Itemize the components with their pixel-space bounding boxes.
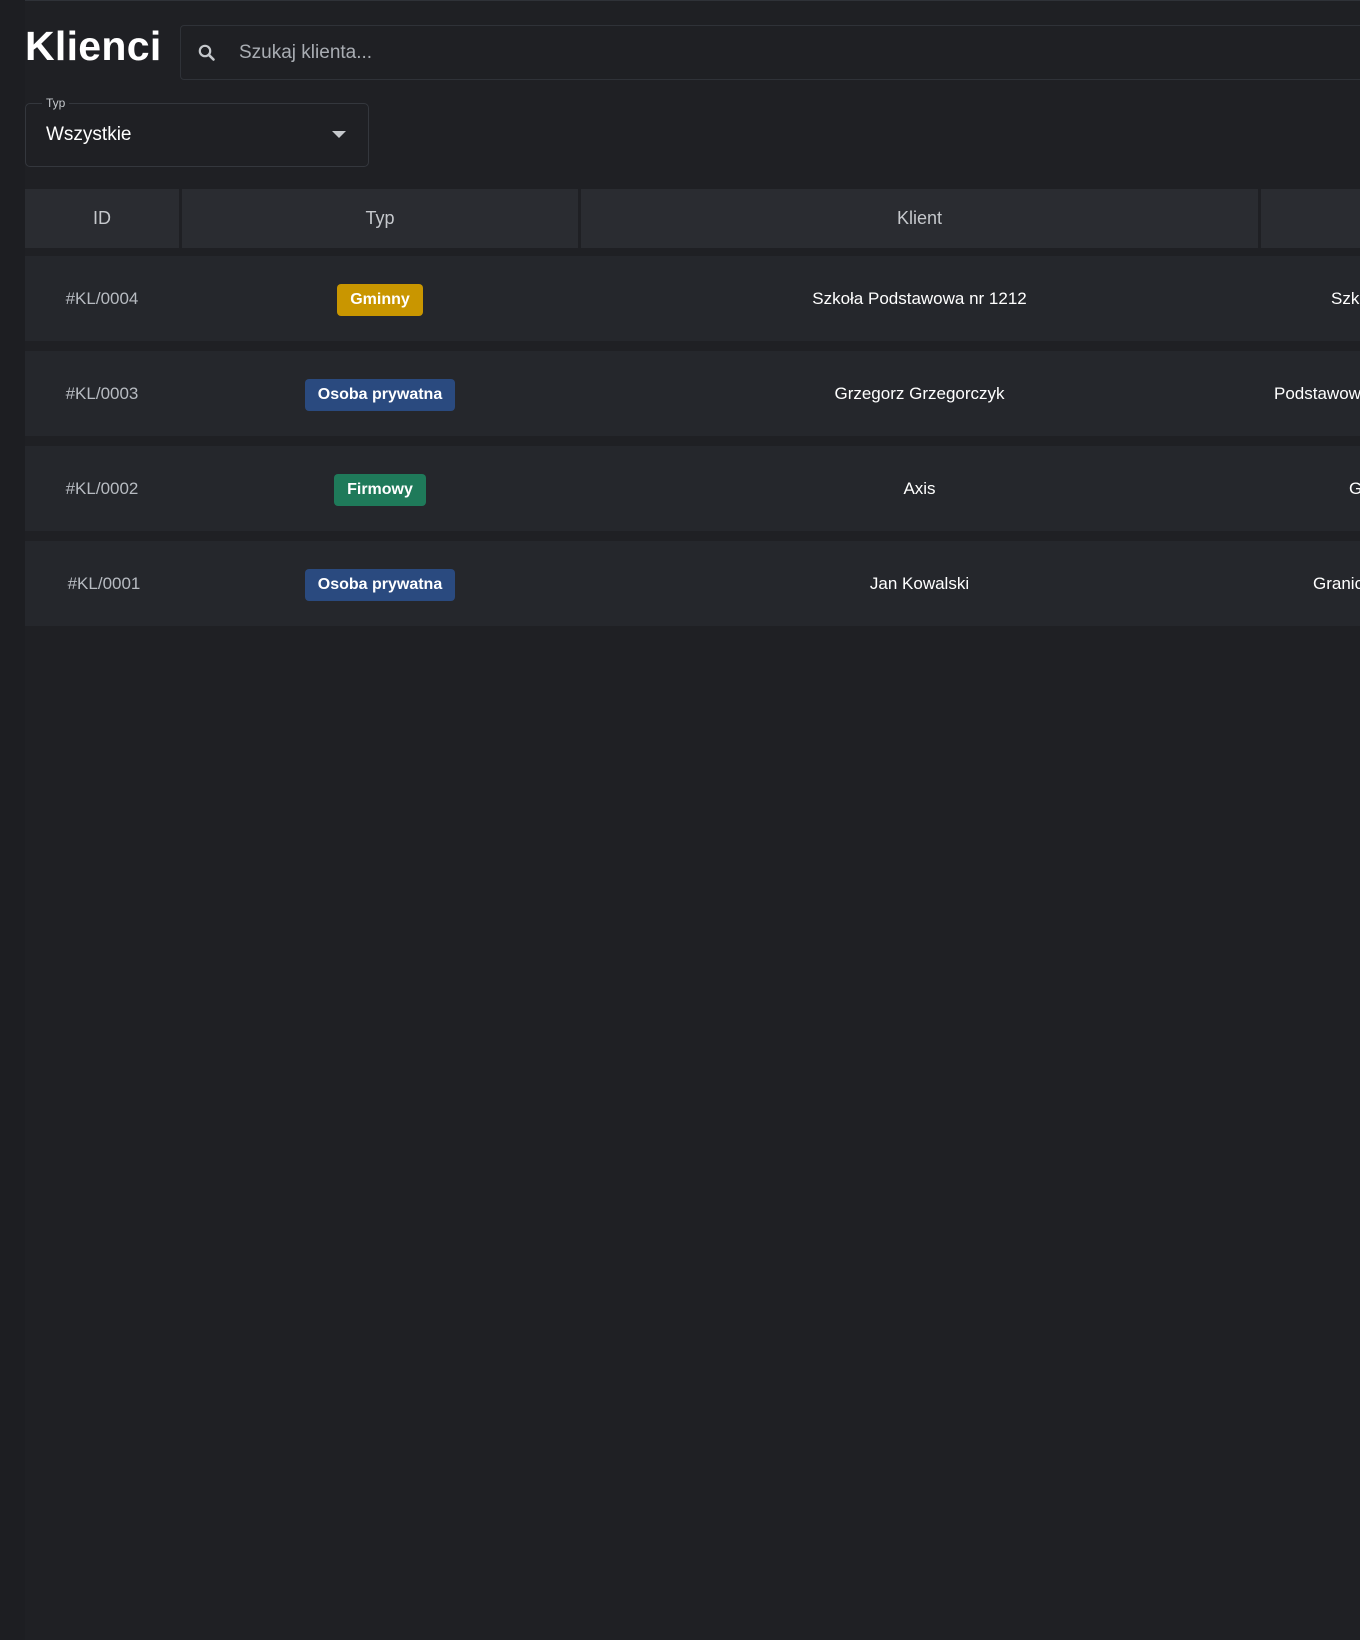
page-title: Klienci	[25, 23, 162, 69]
column-header-extra[interactable]	[1261, 189, 1360, 248]
table-row[interactable]: #KL/0001 Osoba prywatna Jan Kowalski Gra…	[25, 541, 1360, 626]
client-extra: Szk	[1331, 289, 1360, 308]
client-type-badge: Osoba prywatna	[304, 378, 456, 411]
search-icon	[198, 44, 215, 61]
client-name: Jan Kowalski	[869, 574, 970, 593]
table-row[interactable]: #KL/0002 Firmowy Axis G	[25, 446, 1360, 531]
table-row[interactable]: #KL/0003 Osoba prywatna Grzegorz Grzegor…	[25, 351, 1360, 436]
client-type-cell: Firmowy	[182, 446, 578, 531]
type-filter-label: Typ	[42, 95, 70, 111]
client-extra: Podstawow	[1274, 384, 1360, 403]
client-type-badge: Osoba prywatna	[304, 568, 456, 601]
chevron-down-icon[interactable]	[332, 131, 346, 138]
table-header: ID Typ Klient	[25, 189, 1360, 248]
client-type-badge: Gminny	[337, 283, 423, 316]
client-id: #KL/0001	[67, 574, 141, 593]
clients-table: ID Typ Klient #KL/0004 Gminny Szkoła Pod…	[25, 189, 1360, 1640]
search-bar[interactable]	[180, 25, 1360, 80]
client-extra: G	[1349, 479, 1360, 498]
table-row[interactable]: #KL/0004 Gminny Szkoła Podstawowa nr 121…	[25, 256, 1360, 341]
client-type-cell: Osoba prywatna	[182, 541, 578, 626]
client-id: #KL/0003	[65, 384, 139, 403]
client-id: #KL/0004	[65, 289, 139, 308]
client-type-cell: Gminny	[182, 256, 578, 341]
column-header-id[interactable]: ID	[25, 189, 179, 248]
type-filter-select[interactable]: Typ Wszystkie	[25, 95, 369, 167]
client-type-badge: Firmowy	[334, 473, 426, 506]
client-extra: Granic	[1313, 574, 1360, 593]
client-id: #KL/0002	[65, 479, 139, 498]
type-filter-value: Wszystkie	[46, 124, 132, 145]
column-header-type[interactable]: Typ	[182, 189, 578, 248]
search-input[interactable]	[239, 26, 1039, 79]
left-panel-edge	[0, 0, 25, 1640]
top-divider	[0, 0, 1360, 1]
column-header-client[interactable]: Klient	[581, 189, 1258, 248]
clients-page: Klienci Typ Wszystkie ID Typ Klient #KL/…	[0, 0, 1360, 1640]
client-type-cell: Osoba prywatna	[182, 351, 578, 436]
client-name: Szkoła Podstawowa nr 1212	[812, 289, 1027, 308]
client-name: Axis	[903, 479, 936, 498]
client-name: Grzegorz Grzegorczyk	[834, 384, 1005, 403]
